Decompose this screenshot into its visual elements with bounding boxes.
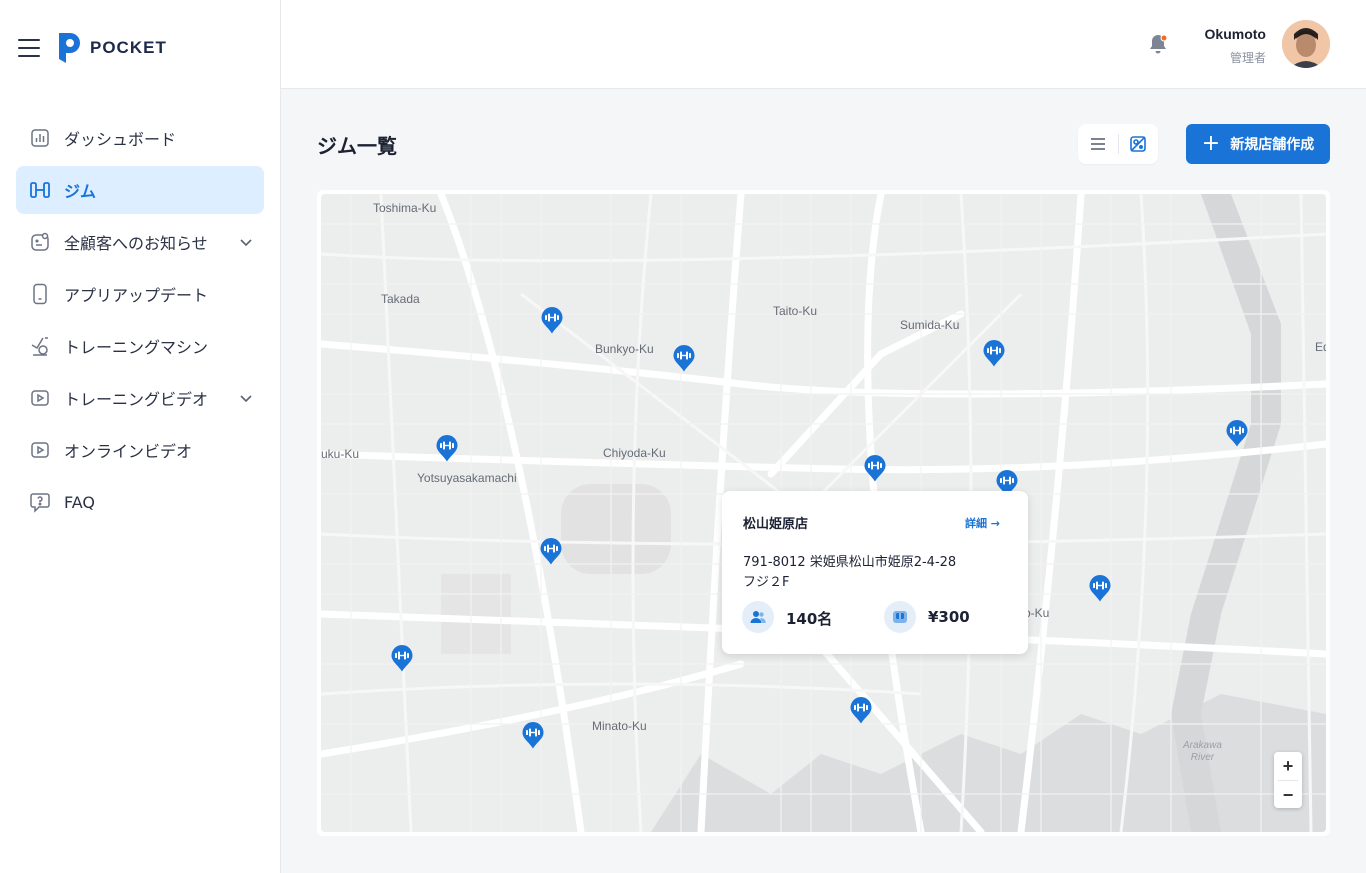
sidebar-item-training-machine[interactable]: トレーニングマシン: [16, 322, 264, 370]
sidebar-item-label: オンラインビデオ: [64, 442, 193, 461]
gym-pin[interactable]: [849, 696, 873, 726]
gym-pin[interactable]: [539, 537, 563, 567]
video-icon: [28, 386, 52, 410]
sidebar-item-faq[interactable]: FAQ: [16, 478, 264, 526]
map-label-arakawa-river: Arakawa River: [1183, 740, 1222, 764]
user-name: Okumoto: [1204, 26, 1266, 42]
map-pin-icon: [436, 435, 458, 462]
top-header: Okumoto 管理者: [281, 0, 1366, 89]
price-icon: [884, 601, 916, 633]
pocket-logo-icon: [56, 30, 82, 66]
zoom-in-button[interactable]: +: [1274, 752, 1302, 780]
gym-address-line2: フジ２F: [743, 575, 790, 590]
avatar[interactable]: [1282, 20, 1330, 68]
map-label-chiyoda: Chiyoda-Ku: [603, 446, 666, 460]
detail-link[interactable]: 詳細 →: [965, 515, 1000, 531]
sidebar-item-label: トレーニングビデオ: [64, 390, 209, 409]
map-label-yotsuya: Yotsuyasakamachi: [417, 471, 517, 485]
bar-chart-icon: [28, 126, 52, 150]
brand-name: POCKET: [90, 38, 167, 57]
chevron-down-icon[interactable]: [238, 390, 254, 406]
view-toggle: [1078, 124, 1158, 164]
list-view-icon[interactable]: [1078, 124, 1118, 164]
members-icon: [742, 601, 774, 633]
gym-pin[interactable]: [1225, 419, 1249, 449]
gym-info-popup: 松山姫原店 詳細 → 791-8012 栄姫県松山市姫原2-4-28 フジ２F …: [722, 491, 1028, 654]
notice-icon: [28, 230, 52, 254]
sidebar-item-app-update[interactable]: アプリアップデート: [16, 270, 264, 318]
map-label-minato: Minato-Ku: [592, 719, 647, 733]
gym-name: 松山姫原店: [743, 517, 809, 532]
map-pin-icon: [1226, 420, 1248, 447]
plus-icon: +: [1201, 131, 1221, 156]
sidebar-item-training-video[interactable]: トレーニングビデオ: [16, 374, 264, 422]
create-store-button[interactable]: + 新規店舗作成: [1186, 124, 1330, 164]
map-pin-icon: [1089, 575, 1111, 602]
map-pin-icon: [541, 307, 563, 334]
sidebar: POCKET ダッシュボード ジム 全顧客へのお知らせ アプリアップデート トレ…: [0, 0, 281, 873]
map-pin-icon: [673, 345, 695, 372]
map-view-icon[interactable]: [1118, 124, 1158, 164]
gym-pin[interactable]: [521, 721, 545, 751]
video-icon: [28, 438, 52, 462]
map-pin-icon: [864, 455, 886, 482]
hamburger-menu-icon[interactable]: [18, 39, 40, 57]
gym-pin[interactable]: [672, 344, 696, 374]
map-pin-icon: [850, 697, 872, 724]
map-pin-icon: [522, 722, 544, 749]
sidebar-item-notices[interactable]: 全顧客へのお知らせ: [16, 218, 264, 266]
sidebar-item-label: ダッシュボード: [64, 130, 177, 149]
sidebar-item-label: FAQ: [64, 492, 95, 512]
gym-address-line1: 791-8012 栄姫県松山市姫原2-4-28: [743, 555, 957, 570]
map-label-toshima: Toshima-Ku: [373, 201, 437, 215]
sidebar-item-label: 全顧客へのお知らせ: [64, 234, 208, 253]
sidebar-item-gym[interactable]: ジム: [16, 166, 264, 214]
zoom-control: + −: [1274, 752, 1302, 808]
gym-icon: [28, 178, 52, 202]
map-pin-icon: [540, 538, 562, 565]
bell-icon[interactable]: [1147, 32, 1169, 56]
map-label-taito: Taito-Ku: [773, 304, 818, 318]
gym-pin[interactable]: [982, 339, 1006, 369]
faq-icon: [28, 490, 52, 514]
river-word: River: [1190, 752, 1215, 763]
map-label-takada: Takada: [381, 292, 420, 306]
map-card: Toshima-Ku Takada Bunkyo-Ku Taito-Ku Sum…: [317, 190, 1330, 836]
members-count: 140名: [786, 610, 833, 628]
gym-pin[interactable]: [540, 306, 564, 336]
chevron-down-icon[interactable]: [238, 234, 254, 250]
bike-icon: [28, 334, 52, 358]
sidebar-item-label: ジム: [64, 182, 97, 201]
river-name: Arakawa: [1183, 740, 1222, 751]
sidebar-item-label: トレーニングマシン: [64, 338, 209, 357]
map-label-edge: Ed: [1315, 340, 1326, 354]
gym-pin[interactable]: [863, 454, 887, 484]
map-label-bunkyo: Bunkyo-Ku: [595, 342, 654, 356]
map-label-sumida: Sumida-Ku: [900, 318, 960, 332]
brand-area: POCKET: [18, 30, 167, 66]
page-title: ジム一覧: [317, 134, 397, 158]
create-store-label: 新規店舗作成: [1230, 137, 1315, 153]
map-pin-icon: [391, 645, 413, 672]
sidebar-item-label: アプリアップデート: [64, 286, 209, 305]
phone-icon: [28, 282, 52, 306]
price-value: ¥300: [928, 608, 970, 626]
map-pin-icon: [983, 340, 1005, 367]
gym-pin[interactable]: [390, 644, 414, 674]
gym-pin[interactable]: [435, 434, 459, 464]
gym-pin[interactable]: [1088, 574, 1112, 604]
map-label-shinjuku: uku-Ku: [321, 447, 360, 461]
sidebar-item-online-video[interactable]: オンラインビデオ: [16, 426, 264, 474]
sidebar-item-dashboard[interactable]: ダッシュボード: [16, 114, 264, 162]
user-role: 管理者: [1229, 51, 1266, 65]
gym-map[interactable]: Toshima-Ku Takada Bunkyo-Ku Taito-Ku Sum…: [321, 194, 1326, 832]
sidebar-nav: ダッシュボード ジム 全顧客へのお知らせ アプリアップデート トレーニングマシン…: [16, 114, 264, 530]
zoom-out-button[interactable]: −: [1274, 781, 1302, 809]
